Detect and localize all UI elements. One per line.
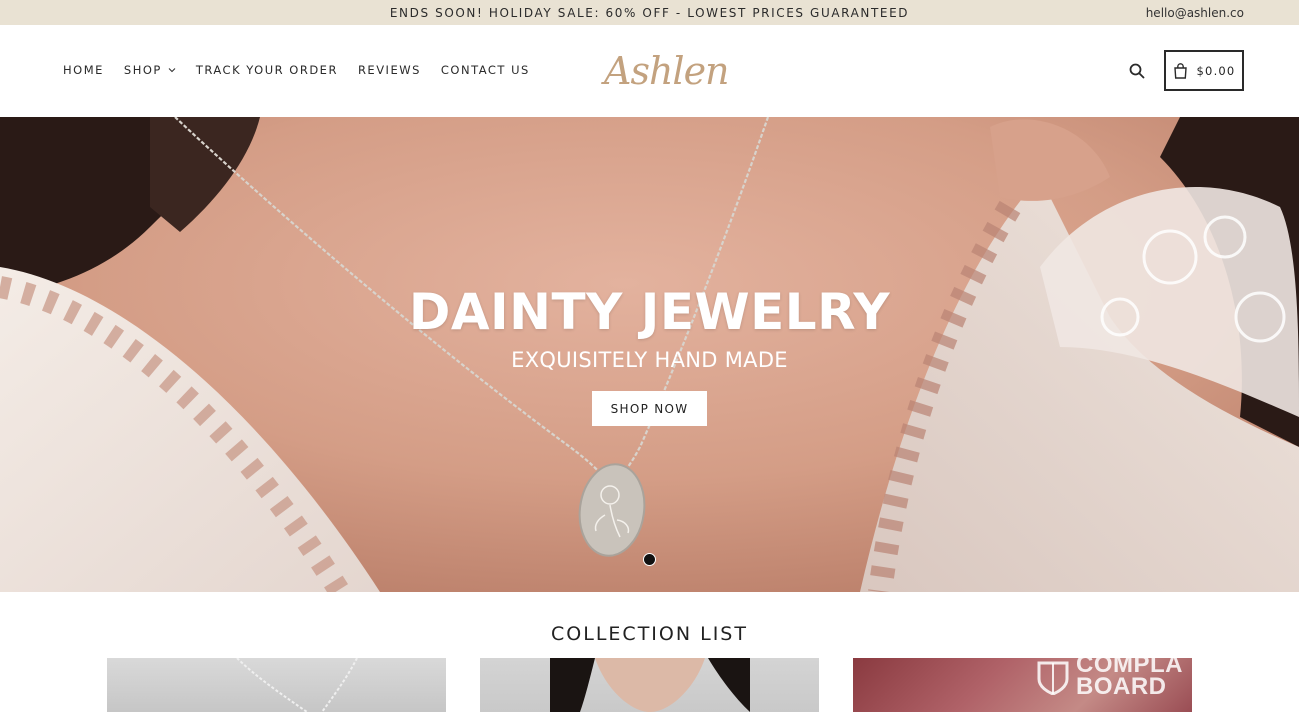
nav-shop-label: SHOP: [123, 63, 162, 77]
collection-card[interactable]: COMPLA BOARD: [853, 658, 1192, 712]
collection-image: [550, 658, 750, 712]
nav-home[interactable]: HOME: [63, 63, 104, 77]
site-header: HOME SHOP TRACK YOUR ORDER REVIEWS CONTA…: [0, 25, 1299, 117]
search-icon[interactable]: [1128, 62, 1146, 80]
brand-logo[interactable]: Ashlen: [604, 43, 730, 99]
nav-shop[interactable]: SHOP: [124, 63, 176, 77]
slide-indicator-dot[interactable]: [643, 553, 656, 566]
nav-track-order-label: TRACK YOUR ORDER: [195, 63, 338, 77]
collection-card[interactable]: [107, 658, 446, 712]
chevron-down-icon: [168, 68, 176, 73]
nav-reviews[interactable]: REVIEWS: [358, 63, 421, 77]
contact-email-link[interactable]: hello@ashlen.co: [1146, 6, 1244, 20]
hero-slideshow: DAINTY JEWELRY EXQUISITELY HAND MADE SHO…: [0, 117, 1299, 592]
collection-card[interactable]: [480, 658, 819, 712]
nav-contact-us[interactable]: CONTACT US: [441, 63, 530, 77]
collection-image: [236, 658, 358, 712]
shield-icon: [1037, 661, 1069, 695]
complaints-board-badge: COMPLA BOARD: [1036, 658, 1183, 700]
badge-line-2: BOARD: [1076, 673, 1167, 700]
nav-contact-us-label: CONTACT US: [440, 63, 530, 77]
collection-list-title: COLLECTION LIST: [551, 623, 748, 645]
shop-now-button[interactable]: SHOP NOW: [592, 391, 707, 426]
cart-button[interactable]: $0.00: [1164, 50, 1244, 91]
cart-total: $0.00: [1196, 63, 1236, 78]
announcement-text: ENDS SOON! HOLIDAY SALE: 60% OFF - LOWES…: [389, 5, 910, 20]
shopping-bag-icon: [1173, 62, 1187, 79]
announcement-bar: ENDS SOON! HOLIDAY SALE: 60% OFF - LOWES…: [0, 0, 1299, 25]
hero-subtitle: EXQUISITELY HAND MADE: [511, 348, 788, 372]
main-nav: HOME SHOP TRACK YOUR ORDER REVIEWS CONTA…: [63, 63, 550, 77]
nav-reviews-label: REVIEWS: [357, 63, 421, 77]
nav-home-label: HOME: [63, 63, 104, 77]
hero-title: DAINTY JEWELRY: [408, 283, 891, 341]
nav-track-order[interactable]: TRACK YOUR ORDER: [196, 63, 338, 77]
